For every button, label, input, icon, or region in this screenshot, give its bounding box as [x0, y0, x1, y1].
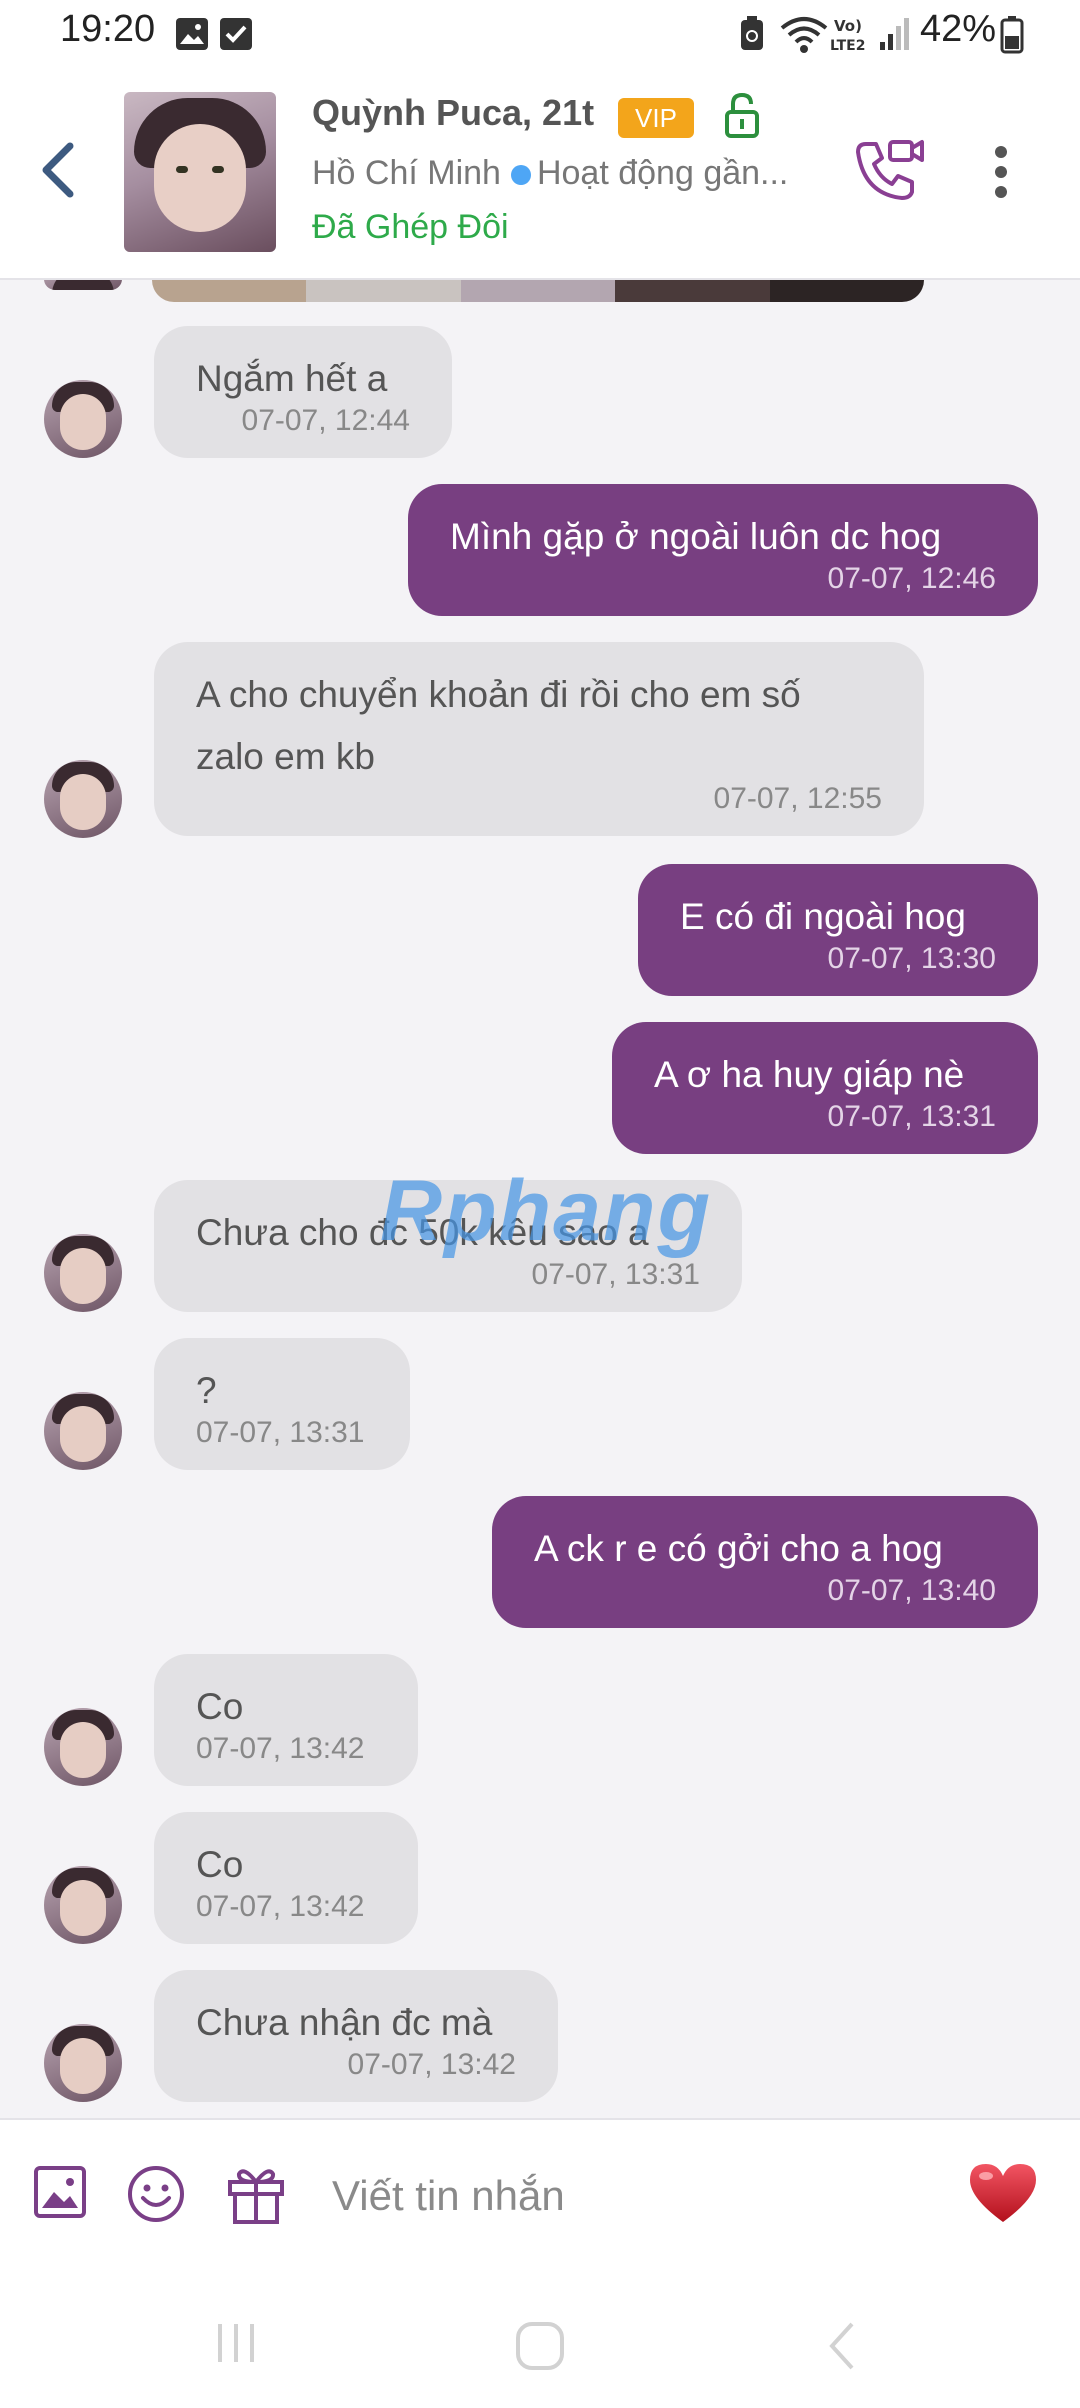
sender-avatar[interactable]: [44, 1708, 122, 1786]
message-text: E có đi ngoài hog: [680, 896, 966, 937]
profile-avatar[interactable]: [124, 92, 276, 252]
message-list[interactable]: Ngắm hết a 07-07, 12:44 Mình gặp ở ngoài…: [0, 280, 1080, 2118]
profile-name[interactable]: Quỳnh Puca, 21t: [312, 92, 594, 134]
sender-avatar[interactable]: [44, 380, 122, 458]
match-status: Đã Ghép Đôi: [312, 208, 509, 246]
message-bubble-outgoing[interactable]: Mình gặp ở ngoài luôn dc hog 07-07, 12:4…: [408, 484, 1038, 616]
message-text: Chưa nhận đc mà: [196, 2002, 493, 2043]
system-nav-bar: [0, 2274, 1080, 2408]
heart-icon[interactable]: [966, 2160, 1040, 2226]
message-input[interactable]: Viết tin nhắn: [332, 2172, 565, 2220]
message-bubble-incoming[interactable]: ? 07-07, 13:31: [154, 1338, 410, 1470]
volte-icon: Vo) LTE2: [830, 17, 865, 54]
watermark: Rphang: [380, 1162, 712, 1261]
status-time: 19:20: [60, 8, 156, 50]
message-text: Co: [196, 1686, 244, 1727]
recycle-icon: [741, 16, 763, 50]
image-icon[interactable]: [32, 2164, 88, 2220]
battery-icon: [1000, 16, 1024, 54]
chat-header: Quỳnh Puca, 21t VIP Hồ Chí Minh Hoạt động…: [0, 68, 1080, 280]
message-bubble-incoming[interactable]: Ngắm hết a 07-07, 12:44: [154, 326, 452, 458]
message-time: 07-07, 13:42: [196, 1732, 365, 1765]
profile-location-status: Hồ Chí Minh Hoạt động gần...: [312, 154, 852, 193]
wifi-icon: [780, 17, 828, 53]
message-text: Co: [196, 1844, 244, 1885]
sender-avatar[interactable]: [44, 1866, 122, 1944]
home-icon[interactable]: [512, 2318, 568, 2374]
battery-percent: 42%: [920, 8, 997, 50]
watermark-text: Rphang: [380, 1163, 713, 1259]
message-text: Mình gặp ở ngoài luôn dc hog: [450, 516, 942, 557]
message-bubble-outgoing[interactable]: A ơ ha huy giáp nè 07-07, 13:31: [612, 1022, 1038, 1154]
sender-avatar[interactable]: [44, 280, 122, 290]
online-dot-icon: [510, 165, 531, 186]
svg-text:LTE2: LTE2: [830, 38, 865, 54]
shared-photos-strip[interactable]: [152, 280, 924, 302]
unlock-icon[interactable]: [724, 92, 760, 138]
message-bubble-incoming[interactable]: A cho chuyển khoản đi rồi cho em số zalo…: [154, 642, 924, 836]
activity-text: Hoạt động gần...: [536, 154, 789, 192]
message-time: 07-07, 13:42: [196, 1890, 365, 1923]
message-text: ?: [196, 1370, 217, 1411]
status-bar: 19:20 Vo) LTE2 42%: [0, 0, 1080, 68]
sender-avatar[interactable]: [44, 2024, 122, 2102]
signal-icon: [880, 18, 909, 50]
message-text: A ơ ha huy giáp nè: [654, 1054, 965, 1095]
back-arrow-icon[interactable]: [36, 140, 80, 200]
message-text: A cho chuyển khoản đi rồi cho em số zalo…: [196, 674, 801, 777]
more-options-icon[interactable]: [986, 146, 1016, 206]
video-call-icon[interactable]: [854, 138, 926, 202]
sender-avatar[interactable]: [44, 1392, 122, 1470]
message-bubble-incoming[interactable]: Chưa nhận đc mà 07-07, 13:42: [154, 1970, 558, 2102]
emoji-icon[interactable]: [126, 2164, 186, 2224]
message-text: Ngắm hết a: [196, 358, 388, 399]
location-text: Hồ Chí Minh: [312, 154, 501, 192]
vip-badge: VIP: [618, 98, 694, 138]
svg-text:Vo): Vo): [834, 17, 862, 35]
back-icon[interactable]: [822, 2318, 862, 2374]
sender-avatar[interactable]: [44, 760, 122, 838]
image-icon: [176, 18, 208, 50]
checkbox-icon: [220, 18, 252, 50]
message-text: A ck r e có gởi cho a hog: [534, 1528, 943, 1569]
sender-avatar[interactable]: [44, 1234, 122, 1312]
recents-icon[interactable]: [212, 2318, 262, 2368]
message-bubble-outgoing[interactable]: A ck r e có gởi cho a hog 07-07, 13:40: [492, 1496, 1038, 1628]
message-time: 07-07, 13:31: [196, 1416, 365, 1449]
gift-icon[interactable]: [226, 2164, 286, 2226]
message-composer: Viết tin nhắn: [0, 2118, 1080, 2276]
message-bubble-incoming[interactable]: Co 07-07, 13:42: [154, 1654, 418, 1786]
message-bubble-incoming[interactable]: Co 07-07, 13:42: [154, 1812, 418, 1944]
message-bubble-outgoing[interactable]: E có đi ngoài hog 07-07, 13:30: [638, 864, 1038, 996]
